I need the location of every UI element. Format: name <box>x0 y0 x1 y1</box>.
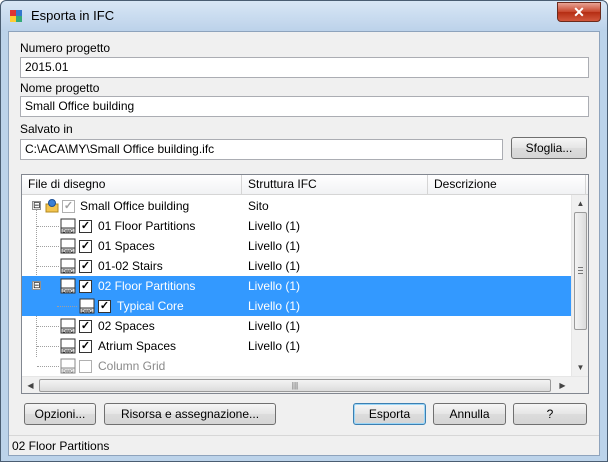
svg-text:DWG: DWG <box>63 269 74 274</box>
project-name-field[interactable]: Small Office building <box>20 96 589 117</box>
vertical-scrollbar[interactable]: ▲ ▼ <box>571 195 588 376</box>
ifc-structure: Livello (1) <box>248 239 301 253</box>
tree-line <box>37 226 59 227</box>
drawing-files-grid[interactable]: File di disegno Struttura IFC Descrizion… <box>21 174 589 394</box>
dwg-file-icon: DWG <box>60 358 76 374</box>
scroll-down-icon[interactable]: ▼ <box>572 359 588 376</box>
ifc-structure: Livello (1) <box>248 259 301 273</box>
svg-text:DWG: DWG <box>82 309 93 314</box>
status-bar: 02 Floor Partitions <box>9 435 599 455</box>
dwg-file-icon: DWG <box>60 258 76 274</box>
svg-text:DWG: DWG <box>63 329 74 334</box>
row-checkbox[interactable]: ✓ <box>79 320 92 333</box>
row-checkbox[interactable]: ✓ <box>98 300 111 313</box>
file-name: Typical Core <box>117 299 184 313</box>
dwg-file-icon: DWG <box>60 238 76 254</box>
tree-line <box>37 326 59 327</box>
tree-row-selected[interactable]: DWG ✓ Typical Core Livello (1) <box>22 296 571 316</box>
svg-text:DWG: DWG <box>63 249 74 254</box>
ifc-structure: Livello (1) <box>248 299 301 313</box>
tree-row[interactable]: DWG ✓ 01 Floor Partitions Livello (1) <box>22 216 571 236</box>
dialog-body: Numero progetto 2015.01 Nome progetto Sm… <box>8 31 600 456</box>
dwg-file-icon: DWG <box>60 218 76 234</box>
browse-button[interactable]: Sfoglia... <box>511 137 587 159</box>
project-icon <box>45 199 59 213</box>
file-name: Atrium Spaces <box>98 339 177 353</box>
export-button[interactable]: Esporta <box>353 403 426 425</box>
project-number-field[interactable]: 2015.01 <box>20 57 589 78</box>
row-checkbox[interactable]: ✓ <box>79 220 92 233</box>
tree-row-selected[interactable]: ⊟ DWG ✓ 02 Floor Partitions Livello (1) <box>22 276 571 296</box>
svg-text:DWG: DWG <box>63 349 74 354</box>
file-name: Small Office building <box>80 199 190 213</box>
help-button[interactable]: ? <box>513 403 587 425</box>
tree-line <box>37 246 59 247</box>
dwg-file-icon: DWG <box>79 298 95 314</box>
export-ifc-dialog: Esporta in IFC ✕ Numero progetto 2015.01… <box>0 0 608 462</box>
collapse-icon[interactable]: ⊟ <box>32 201 41 210</box>
column-header-file[interactable]: File di disegno <box>22 175 242 195</box>
row-checkbox[interactable]: ✓ <box>79 280 92 293</box>
ifc-structure: Livello (1) <box>248 319 301 333</box>
file-name: 01 Floor Partitions <box>98 219 196 233</box>
file-name: Column Grid <box>98 359 166 373</box>
row-checkbox[interactable]: ✓ <box>79 340 92 353</box>
file-name: 02 Spaces <box>98 319 155 333</box>
grid-header: File di disegno Struttura IFC Descrizion… <box>22 175 588 195</box>
row-checkbox[interactable] <box>79 360 92 373</box>
ifc-structure: Sito <box>248 199 269 213</box>
tree-row[interactable]: DWG Column Grid <box>22 356 571 376</box>
dwg-file-icon: DWG <box>60 318 76 334</box>
column-header-description[interactable]: Descrizione <box>428 175 586 195</box>
close-button[interactable]: ✕ <box>557 2 601 22</box>
tree-line <box>37 266 59 267</box>
project-name-label: Nome progetto <box>20 81 100 95</box>
options-button[interactable]: Opzioni... <box>24 403 96 425</box>
ifc-structure: Livello (1) <box>248 219 301 233</box>
horizontal-scrollbar[interactable]: ◀ ||| ▶ <box>22 376 588 393</box>
window-title: Esporta in IFC <box>31 8 115 23</box>
status-text: 02 Floor Partitions <box>12 439 110 453</box>
tree-line <box>37 346 59 347</box>
file-name: 01-02 Stairs <box>98 259 163 273</box>
tree-row[interactable]: DWG ✓ 01 Spaces Livello (1) <box>22 236 571 256</box>
tree-row[interactable]: DWG ✓ 02 Spaces Livello (1) <box>22 316 571 336</box>
dwg-file-icon: DWG <box>60 338 76 354</box>
tree-row[interactable]: DWG ✓ 01-02 Stairs Livello (1) <box>22 256 571 276</box>
resource-assignment-button[interactable]: Risorsa e assegnazione... <box>104 403 276 425</box>
file-name: 01 Spaces <box>98 239 155 253</box>
scroll-right-icon[interactable]: ▶ <box>554 377 571 393</box>
row-checkbox[interactable]: ✓ <box>62 200 75 213</box>
svg-text:DWG: DWG <box>63 369 74 374</box>
scroll-up-icon[interactable]: ▲ <box>572 195 588 212</box>
app-icon <box>10 10 22 22</box>
tree-row[interactable]: ⊟ ✓ Small Office building Sito <box>22 196 571 216</box>
title-bar[interactable]: Esporta in IFC ✕ <box>1 1 607 31</box>
svg-text:DWG: DWG <box>63 289 74 294</box>
collapse-icon[interactable]: ⊟ <box>32 281 41 290</box>
row-checkbox[interactable]: ✓ <box>79 240 92 253</box>
vertical-scroll-thumb[interactable] <box>574 212 587 330</box>
saved-in-label: Salvato in <box>20 122 73 136</box>
project-number-label: Numero progetto <box>20 41 111 55</box>
file-name: 02 Floor Partitions <box>98 279 196 293</box>
column-header-structure[interactable]: Struttura IFC <box>242 175 428 195</box>
scroll-left-icon[interactable]: ◀ <box>22 377 39 393</box>
row-checkbox[interactable]: ✓ <box>79 260 92 273</box>
cancel-button[interactable]: Annulla <box>433 403 506 425</box>
svg-text:DWG: DWG <box>63 229 74 234</box>
horizontal-scroll-thumb[interactable]: ||| <box>39 379 551 392</box>
tree-row[interactable]: DWG ✓ Atrium Spaces Livello (1) <box>22 336 571 356</box>
tree-line <box>57 306 77 307</box>
close-icon: ✕ <box>573 4 585 20</box>
saved-in-field[interactable]: C:\ACA\MY\Small Office building.ifc <box>20 139 503 160</box>
ifc-structure: Livello (1) <box>248 279 301 293</box>
tree-line <box>37 366 59 367</box>
dwg-file-icon: DWG <box>60 278 76 294</box>
ifc-structure: Livello (1) <box>248 339 301 353</box>
